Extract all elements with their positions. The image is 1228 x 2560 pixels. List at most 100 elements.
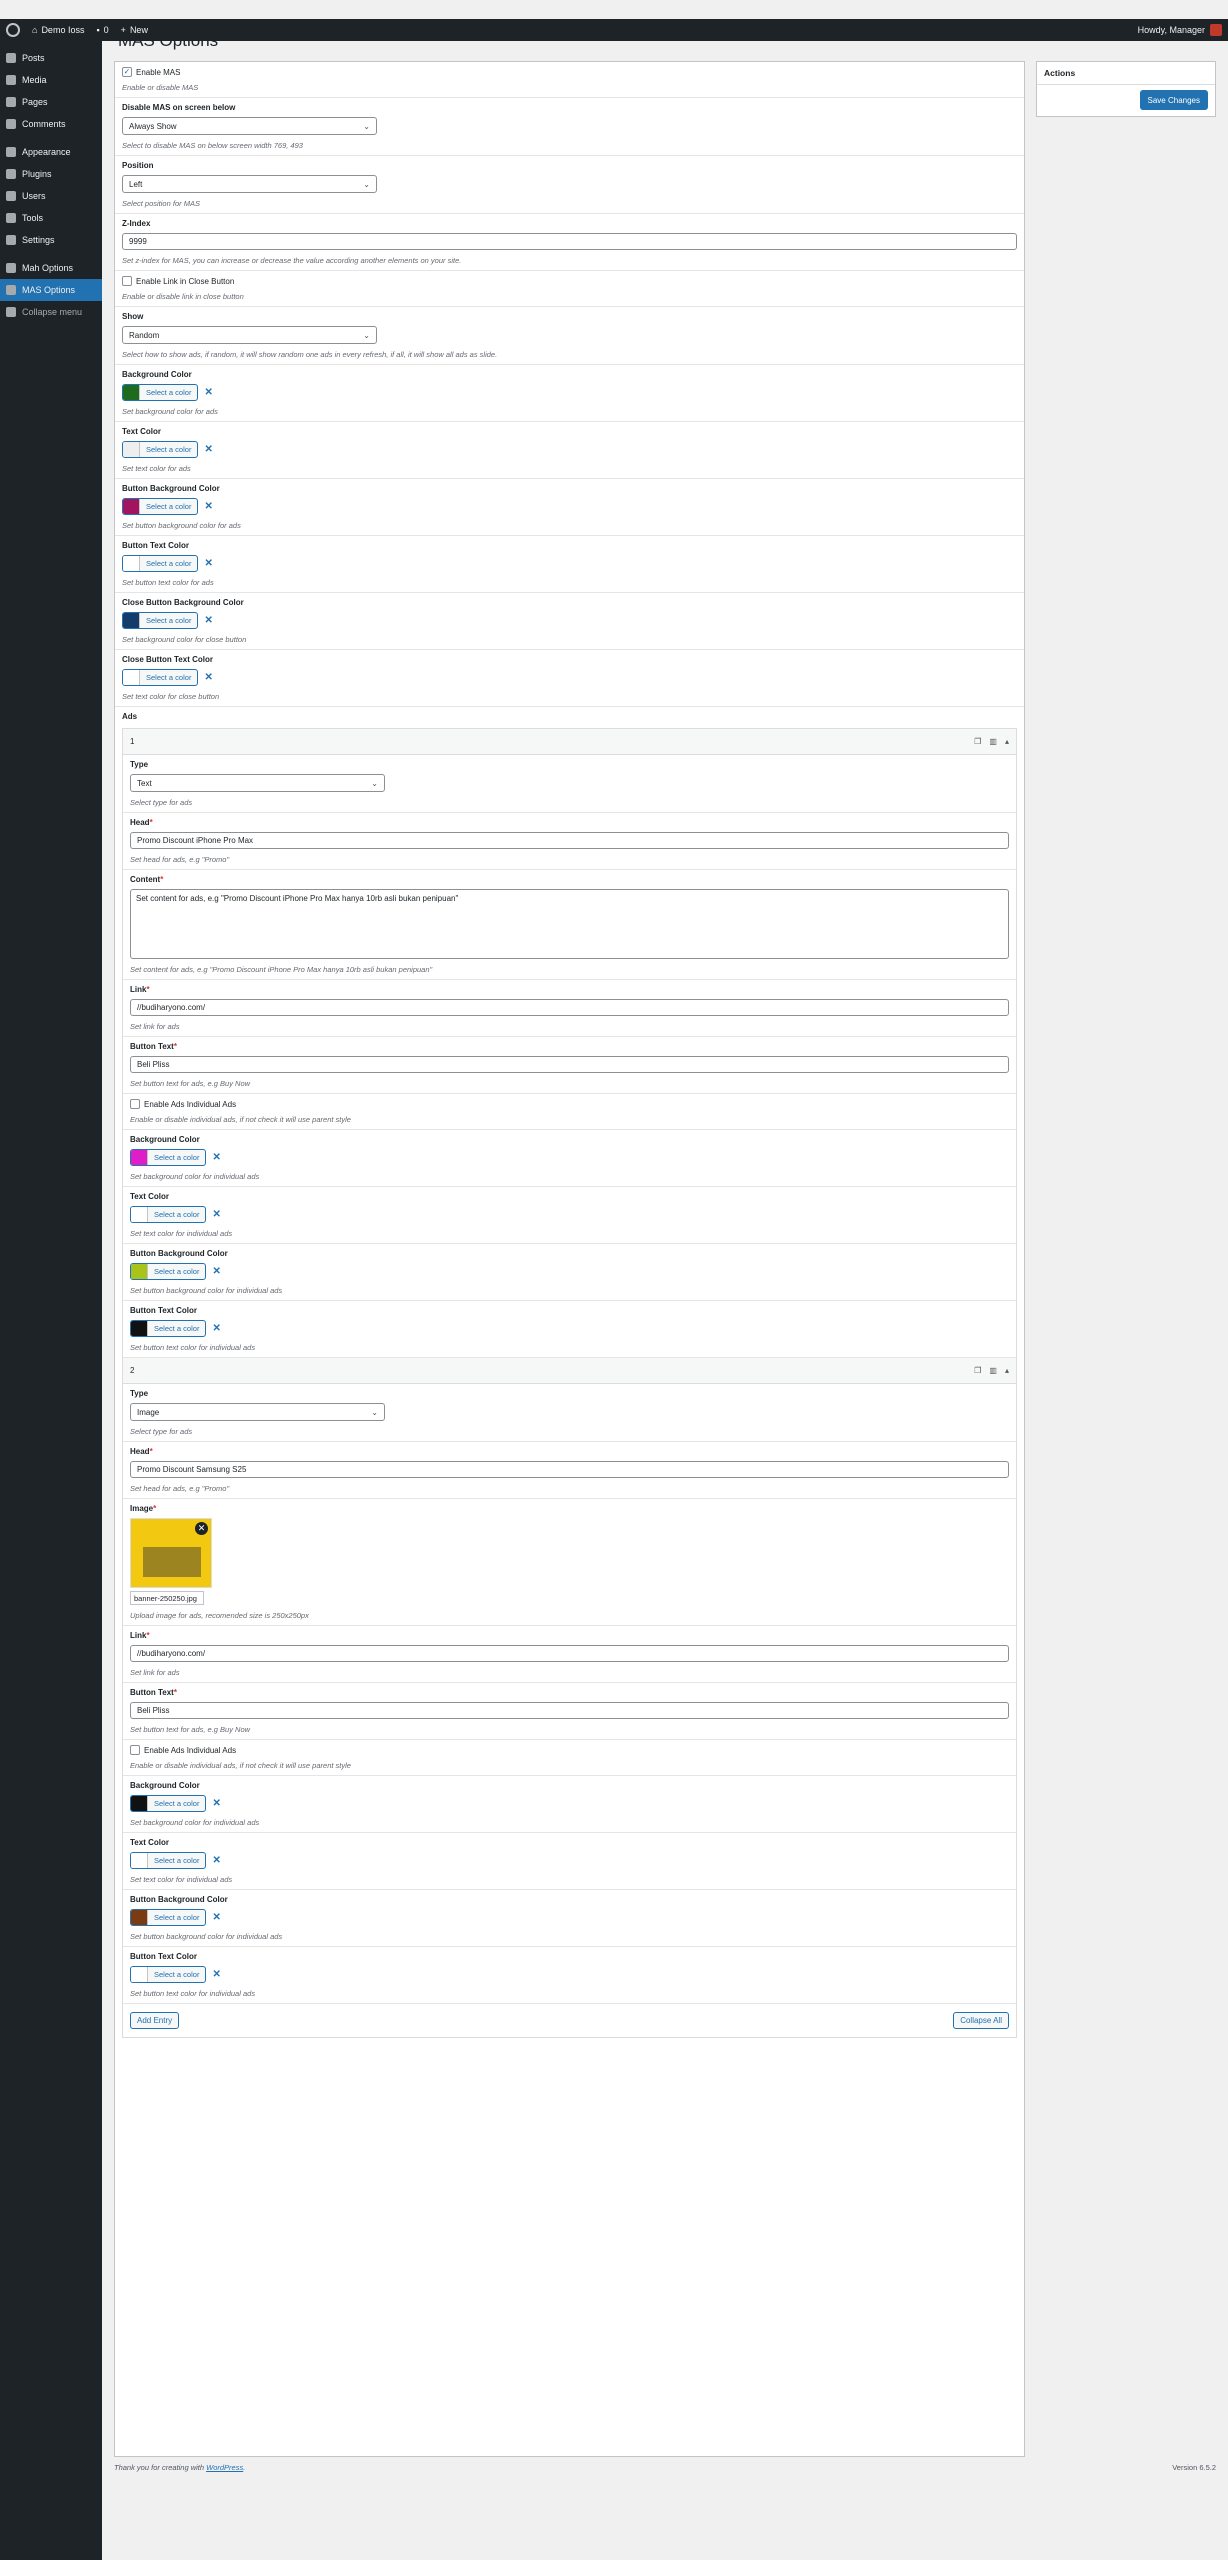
site-name-link[interactable]: ⌂ Demo Ioss (26, 19, 90, 41)
clear-color-icon[interactable]: ✕ (212, 1969, 220, 1980)
color-swatch (123, 442, 140, 457)
color-picker-button[interactable]: Select a color (130, 1966, 207, 1983)
color-picker-button[interactable]: Select a color (130, 1320, 207, 1337)
ad-button-text-input[interactable]: Beli Pliss (130, 1702, 1009, 1719)
field-ad-individual: Enable Ads Individual Ads Enable or disa… (123, 1094, 1016, 1130)
color-picker-button[interactable]: Select a color (122, 384, 199, 401)
color-picker-button[interactable]: Select a color (130, 1263, 207, 1280)
position-select[interactable]: Left ⌄ (122, 175, 377, 193)
enable-individual-ads-checkbox[interactable]: Enable Ads Individual Ads (130, 1745, 1009, 1755)
clear-color-icon[interactable]: ✕ (212, 1912, 220, 1923)
clear-color-icon[interactable]: ✕ (204, 672, 212, 683)
field-ad-head: Head* Promo Discount Samsung S25 Set hea… (123, 1442, 1016, 1499)
duplicate-icon[interactable]: ❐ (974, 1366, 981, 1375)
ad-content-textarea[interactable]: Set content for ads, e.g "Promo Discount… (130, 889, 1009, 959)
sidebar-item-settings[interactable]: Settings (0, 229, 102, 251)
sidebar-item-posts[interactable]: Posts (0, 47, 102, 69)
clear-color-icon[interactable]: ✕ (212, 1209, 220, 1220)
ad-head-input[interactable]: Promo Discount iPhone Pro Max (130, 832, 1009, 849)
color-picker-button[interactable]: Select a color (122, 669, 199, 686)
sidebar-item-pages[interactable]: Pages (0, 91, 102, 113)
clear-color-icon[interactable]: ✕ (212, 1152, 220, 1163)
trash-icon[interactable]: ▥ (989, 1366, 997, 1375)
enable-individual-ads-checkbox[interactable]: Enable Ads Individual Ads (130, 1099, 1009, 1109)
ad-link-input[interactable]: //budiharyono.com/ (130, 1645, 1009, 1662)
color-swatch (131, 1967, 148, 1982)
color-picker-button[interactable]: Select a color (122, 498, 199, 515)
ad-entry-header[interactable]: 1 ❐ ▥ ▴ (123, 729, 1016, 755)
sidebar-item-media[interactable]: Media (0, 69, 102, 91)
wordpress-link[interactable]: WordPress (206, 2463, 243, 2472)
field-close-button-background-color: Close Button Background Color Select a c… (115, 593, 1024, 650)
remove-image-icon[interactable]: ✕ (195, 1522, 208, 1535)
enable-link-checkbox[interactable]: Enable Link in Close Button (122, 276, 1017, 286)
ads-section-label: Ads (122, 712, 138, 721)
sidebar-item-plugins[interactable]: Plugins (0, 163, 102, 185)
clear-color-icon[interactable]: ✕ (212, 1855, 220, 1866)
color-swatch (131, 1796, 148, 1811)
clear-color-icon[interactable]: ✕ (204, 444, 212, 455)
color-picker-button[interactable]: Select a color (130, 1795, 207, 1812)
color-picker-button[interactable]: Select a color (130, 1206, 207, 1223)
chevron-down-icon: ⌄ (363, 179, 370, 189)
color-swatch (123, 670, 140, 685)
wordpress-logo-icon[interactable] (0, 19, 26, 41)
field-ad-content: Content* Set content for ads, e.g "Promo… (123, 870, 1016, 980)
ad-image-preview[interactable]: ✕ (130, 1518, 212, 1588)
gear-icon (6, 263, 16, 273)
comments-link[interactable]: ▪ 0 (90, 19, 114, 41)
ad-head-input[interactable]: Promo Discount Samsung S25 (130, 1461, 1009, 1478)
ad-button-text-input[interactable]: Beli Pliss (130, 1056, 1009, 1073)
field-ad-individual: Enable Ads Individual Ads Enable or disa… (123, 1740, 1016, 1776)
sidebar-item-tools[interactable]: Tools (0, 207, 102, 229)
duplicate-icon[interactable]: ❐ (974, 737, 981, 746)
clear-color-icon[interactable]: ✕ (212, 1798, 220, 1809)
color-swatch (131, 1207, 148, 1222)
chevron-up-icon[interactable]: ▴ (1005, 1366, 1009, 1375)
enable-mas-checkbox[interactable]: ✓ Enable MAS (122, 67, 1017, 77)
clear-color-icon[interactable]: ✕ (212, 1323, 220, 1334)
sidebar-item-mah-options[interactable]: Mah Options (0, 257, 102, 279)
clear-color-icon[interactable]: ✕ (212, 1266, 220, 1277)
color-picker-button[interactable]: Select a color (122, 555, 199, 572)
sidebar-item-users[interactable]: Users (0, 185, 102, 207)
my-account-link[interactable]: Howdy, Manager (1138, 24, 1228, 36)
sidebar-item-mas-options[interactable]: MAS Options (0, 279, 102, 301)
add-entry-button[interactable]: Add Entry (130, 2012, 180, 2029)
sidebar-item-appearance[interactable]: Appearance (0, 141, 102, 163)
zindex-input[interactable]: 9999 (122, 233, 1017, 250)
clear-color-icon[interactable]: ✕ (204, 558, 212, 569)
sidebar-collapse-menu[interactable]: Collapse menu (0, 301, 102, 323)
actions-box: Actions Save Changes (1036, 61, 1216, 117)
field-ad-head: Head* Promo Discount iPhone Pro Max Set … (123, 813, 1016, 870)
image-filename: banner-250250.jpg (130, 1591, 204, 1605)
trash-icon[interactable]: ▥ (989, 737, 997, 746)
ad-entry-header[interactable]: 2 ❐ ▥ ▴ (123, 1358, 1016, 1384)
ad-link-input[interactable]: //budiharyono.com/ (130, 999, 1009, 1016)
field-ad-background-color: Background Color Select a color ✕ Set bac… (123, 1130, 1016, 1187)
field-ad-link: Link* //budiharyono.com/ Set link for ad… (123, 1626, 1016, 1683)
sidebar-item-comments[interactable]: Comments (0, 113, 102, 135)
chevron-up-icon[interactable]: ▴ (1005, 737, 1009, 746)
clear-color-icon[interactable]: ✕ (204, 501, 212, 512)
collapse-all-button[interactable]: Collapse All (953, 2012, 1009, 2029)
disable-below-select[interactable]: Always Show ⌄ (122, 117, 377, 135)
color-picker-button[interactable]: Select a color (122, 612, 199, 629)
field-ad-button-text: Button Text* Beli Pliss Set button text … (123, 1037, 1016, 1094)
field-ad-background-color: Background Color Select a color ✕ Set bac… (123, 1776, 1016, 1833)
color-swatch (131, 1150, 148, 1165)
color-picker-button[interactable]: Select a color (130, 1909, 207, 1926)
show-select[interactable]: Random ⌄ (122, 326, 377, 344)
color-picker-button[interactable]: Select a color (130, 1149, 207, 1166)
ad-type-select[interactable]: Text ⌄ (130, 774, 385, 792)
ad-type-select[interactable]: Image ⌄ (130, 1403, 385, 1421)
clear-color-icon[interactable]: ✕ (204, 615, 212, 626)
actions-title: Actions (1037, 62, 1215, 85)
clear-color-icon[interactable]: ✕ (204, 387, 212, 398)
save-changes-button[interactable]: Save Changes (1139, 90, 1208, 110)
color-picker-button[interactable]: Select a color (130, 1852, 207, 1869)
main-content: MAS Options ✓ Enable MAS Enable or disabl… (102, 31, 1228, 2560)
wrench-icon (6, 213, 16, 223)
color-swatch (123, 499, 140, 514)
color-picker-button[interactable]: Select a color (122, 441, 199, 458)
